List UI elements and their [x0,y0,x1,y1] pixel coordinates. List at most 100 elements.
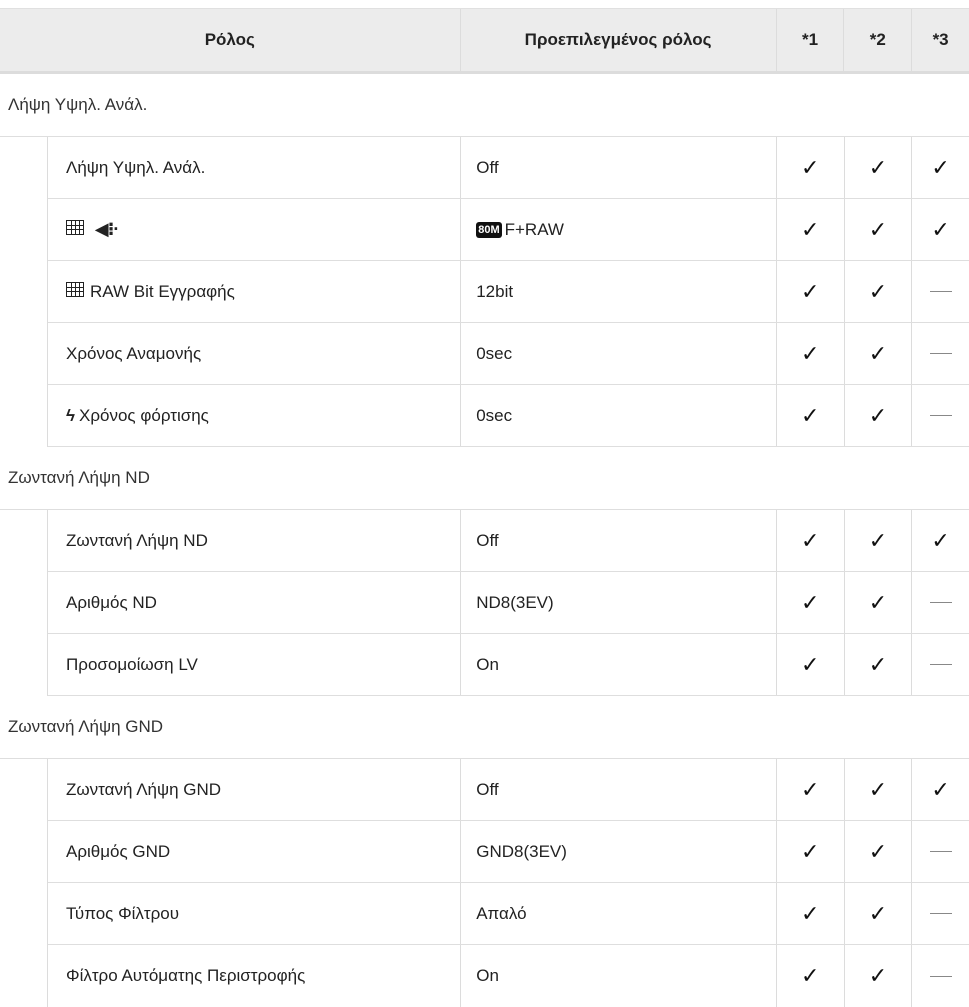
check-icon: ✓ [800,900,820,926]
check-icon: ✓ [800,402,820,428]
dash-icon [929,851,952,852]
default-cell: 0sec [460,323,776,384]
k1-cell: ✓ [775,945,844,1007]
k2-cell: ✓ [843,137,912,198]
check-icon: ✓ [868,963,888,988]
role-cell: RAW Bit Εγγραφής [48,281,460,302]
k2-cell: ✓ [843,510,912,571]
table-row: Λήψη Υψηλ. Ανάλ. Off ✓ ✓ ✓ [48,137,969,199]
check-icon: ✓ [868,589,888,615]
k1-cell: ✓ [775,199,844,260]
k3-cell [911,385,969,446]
k2-cell: ✓ [843,199,912,260]
default-cell: 12bit [460,261,776,322]
group-row: Λήψη Υψηλ. Ανάλ. [0,74,969,137]
check-icon: ✓ [931,527,950,553]
k1-cell: ✓ [775,137,844,198]
role-label: Χρόνος φόρτισης [79,405,209,425]
image-quality-icon: ◀⁝· [94,219,120,239]
role-cell: ϟ Χρόνος φόρτισης [48,406,460,426]
header-role: Ρόλος [204,30,255,49]
check-icon: ✓ [931,216,950,242]
role-cell: Φίλτρο Αυτόματης Περιστροφής [66,966,306,985]
default-cell: On [460,634,776,695]
table-row: Αριθμός GND GND8(3EV) ✓ ✓ [48,821,969,883]
k3-cell: ✓ [911,759,969,820]
header-default: Προεπιλεγμένος ρόλος [459,9,776,71]
settings-table-page: Ρόλος Προεπιλεγμένος ρόλος *1 *2 *3 Λήψη… [0,0,969,1007]
k3-cell [911,821,969,882]
table-row: Χρόνος Αναμονής 0sec ✓ ✓ [48,323,969,385]
check-icon: ✓ [868,776,888,802]
default-value: F+RAW [504,219,564,239]
group-items: Ζωντανή Λήψη ND Off ✓ ✓ ✓ Αριθμός ND ND8… [47,510,969,696]
table-row: Ζωντανή Λήψη GND Off ✓ ✓ ✓ [48,759,969,821]
check-icon: ✓ [868,527,888,553]
check-icon: ✓ [800,651,820,677]
k2-cell: ✓ [843,945,912,1007]
grid-icon [66,281,84,297]
role-cell: Αριθμός GND [66,841,171,861]
role-cell: ◀⁝· [48,219,460,240]
table-row: RAW Bit Εγγραφής 12bit ✓ ✓ [48,261,969,323]
default-cell: 80M F+RAW [460,199,776,260]
resolution-badge: 80M [476,221,502,238]
role-cell: Τύπος Φίλτρου [66,903,180,923]
k1-cell: ✓ [775,759,844,820]
check-icon: ✓ [868,154,888,180]
role-cell: Αριθμός ND [66,592,157,612]
table-row: Ζωντανή Λήψη ND Off ✓ ✓ ✓ [48,510,969,572]
check-icon: ✓ [868,340,888,366]
grid-icon [66,220,84,235]
check-icon: ✓ [800,527,820,553]
k3-cell: ✓ [911,137,969,198]
k1-cell: ✓ [775,572,844,633]
settings-table: Ρόλος Προεπιλεγμένος ρόλος *1 *2 *3 Λήψη… [0,8,969,1007]
dash-icon [929,602,952,603]
header-k3: *3 [911,9,969,71]
k3-cell [911,261,969,322]
k1-cell: ✓ [775,821,844,882]
dash-icon [929,291,952,292]
k1-cell: ✓ [775,883,844,944]
k3-cell [911,634,969,695]
k3-cell: ✓ [911,199,969,260]
default-cell: Off [460,137,776,198]
check-icon: ✓ [800,154,820,180]
k2-cell: ✓ [843,883,912,944]
check-icon: ✓ [800,776,820,802]
check-icon: ✓ [800,838,820,864]
flash-icon: ϟ [66,405,75,425]
group-items: Ζωντανή Λήψη GND Off ✓ ✓ ✓ Αριθμός GND G… [47,759,969,1007]
table-row: ◀⁝· 80M F+RAW ✓ ✓ ✓ [48,199,969,261]
check-icon: ✓ [868,900,888,926]
group-row: Ζωντανή Λήψη ND [0,447,969,510]
group-label: Ζωντανή Λήψη GND [8,717,164,736]
default-cell: 0sec [460,385,776,446]
dash-icon [929,353,952,354]
k1-cell: ✓ [775,385,844,446]
group-label: Ζωντανή Λήψη ND [8,468,150,487]
check-icon: ✓ [800,589,820,615]
role-cell: Χρόνος Αναμονής [66,343,202,363]
group-row: Ζωντανή Λήψη GND [0,696,969,759]
table-row: Τύπος Φίλτρου Απαλό ✓ ✓ [48,883,969,945]
k1-cell: ✓ [775,510,844,571]
check-icon: ✓ [868,216,888,242]
k1-cell: ✓ [775,261,844,322]
check-icon: ✓ [800,278,820,304]
check-icon: ✓ [931,776,950,802]
k2-cell: ✓ [843,634,912,695]
default-cell: Off [460,759,776,820]
k3-cell [911,883,969,944]
check-icon: ✓ [800,963,820,988]
k1-cell: ✓ [775,634,844,695]
role-cell: Ζωντανή Λήψη GND [66,779,222,799]
dash-icon [929,975,952,977]
check-icon: ✓ [868,651,888,677]
default-cell: Off [460,510,776,571]
check-icon: ✓ [800,340,820,366]
check-icon: ✓ [800,216,820,242]
default-cell: ND8(3EV) [460,572,776,633]
table-row: Αριθμός ND ND8(3EV) ✓ ✓ [48,572,969,634]
